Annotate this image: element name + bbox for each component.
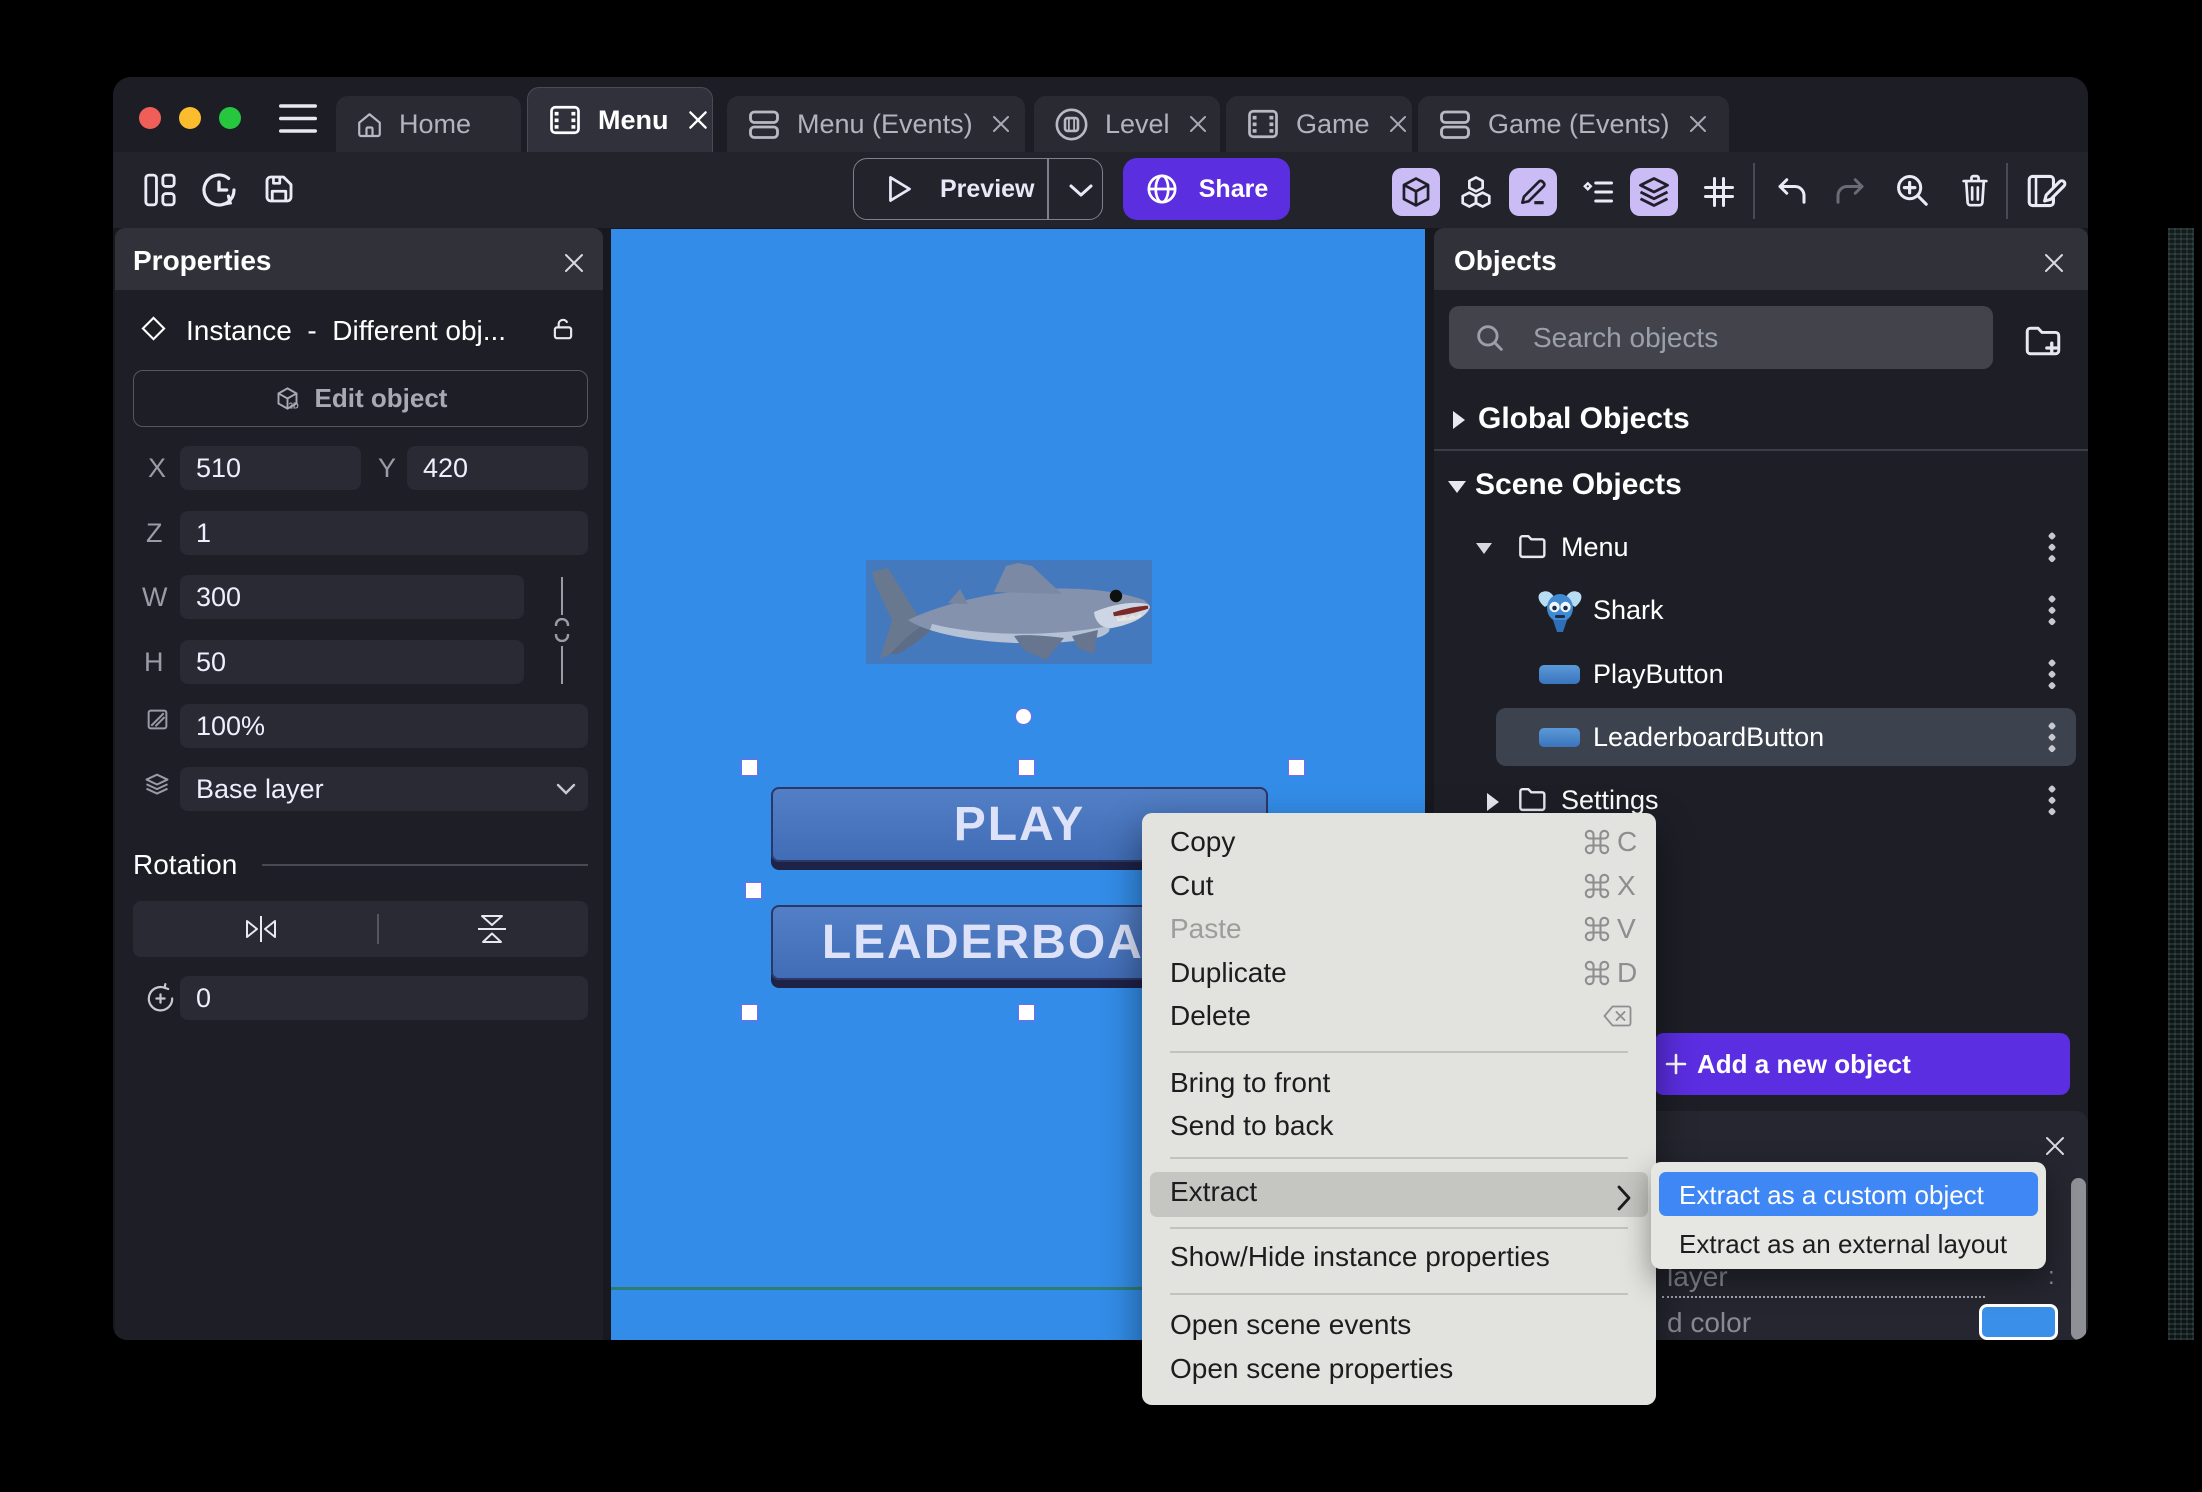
svg-text:2D: 2D (288, 402, 298, 411)
